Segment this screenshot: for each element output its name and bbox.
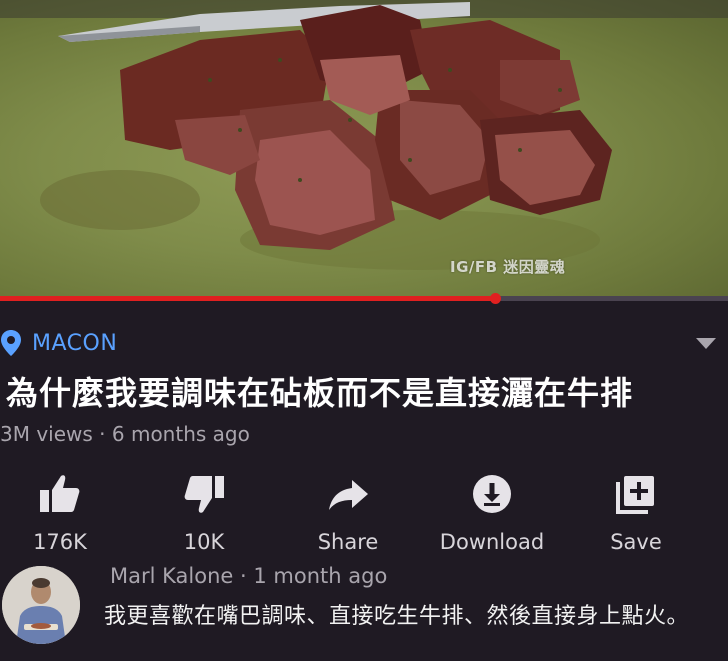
commenter-avatar[interactable] <box>2 566 80 644</box>
share-arrow-icon <box>329 480 368 510</box>
comment-text: 我更喜歡在嘴巴調味、直接吃生牛排、然後直接身上點火。 <box>104 604 690 629</box>
video-progress-bar[interactable] <box>0 293 728 304</box>
add-to-playlist-icon <box>616 476 654 514</box>
location-tag[interactable]: MACON <box>0 328 117 358</box>
download-icon <box>473 475 511 513</box>
thumbs-up-icon <box>40 475 80 512</box>
commenter-photo <box>2 566 80 644</box>
download-button[interactable]: Download <box>432 468 552 558</box>
steak-on-cutting-board-image <box>0 0 728 270</box>
video-watermark: IG/FB 迷因靈魂 <box>450 258 566 276</box>
save-button[interactable]: Save <box>576 468 696 558</box>
share-button[interactable]: Share <box>288 468 408 558</box>
video-scrubber-handle[interactable] <box>490 293 502 304</box>
dislike-count: 10K <box>183 530 225 554</box>
video-meta: 3M views · 6 months ago <box>0 422 250 446</box>
top-comment[interactable]: Marl Kalone · 1 month ago 我更喜歡在嘴巴調味、直接吃生… <box>0 560 728 661</box>
comment-header: Marl Kalone · 1 month ago <box>110 564 387 588</box>
video-progress-fill <box>0 296 496 301</box>
comment-separator: · <box>240 564 254 588</box>
share-label: Share <box>317 530 379 554</box>
video-title: 為什麼我要調味在砧板而不是直接灑在牛排 <box>6 374 634 412</box>
video-player[interactable]: IG/FB 迷因靈魂 <box>0 0 728 296</box>
location-name: MACON <box>32 330 118 356</box>
location-pin-icon <box>1 330 21 356</box>
action-bar: 176K 10K Share Download Save <box>0 468 728 558</box>
save-label: Save <box>610 530 662 554</box>
comment-time: 1 month ago <box>253 564 388 588</box>
comment-author[interactable]: Marl Kalone <box>110 564 233 588</box>
download-label: Download <box>439 530 545 554</box>
like-button[interactable]: 176K <box>0 468 120 558</box>
expand-description-icon[interactable] <box>694 334 718 352</box>
dislike-button[interactable]: 10K <box>144 468 264 558</box>
thumbs-down-icon <box>184 476 224 513</box>
like-count: 176K <box>33 530 87 554</box>
